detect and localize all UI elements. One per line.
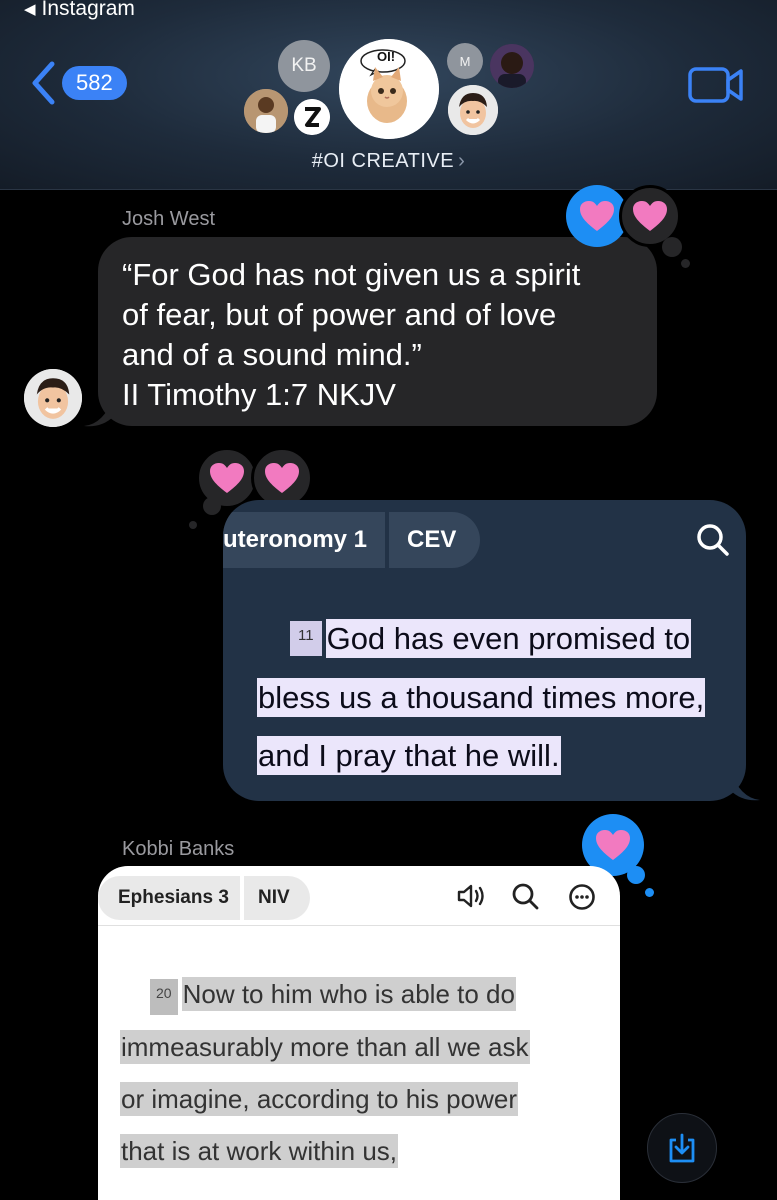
avatar-m[interactable]: M	[447, 43, 483, 79]
sender-name-josh: Josh West	[122, 208, 215, 230]
avatar-kb-initials: KB	[291, 55, 317, 76]
avatar-kb[interactable]: KB	[278, 40, 330, 92]
version-tab[interactable]: NIV	[244, 876, 310, 920]
verse-number: 11	[290, 621, 322, 656]
save-to-downloads-button[interactable]	[647, 1113, 717, 1183]
avatar-z-logo[interactable]	[294, 99, 330, 135]
verse-line: or imagine, according to his power	[120, 1082, 518, 1116]
sender-name-kobbi: Kobbi Banks	[122, 838, 235, 860]
reaction-tail-dot	[627, 866, 645, 884]
verse-line: 20 Now to him who is able to do	[150, 977, 516, 1015]
verse-line: 11 God has even promised to	[290, 619, 692, 658]
z-logo-icon	[294, 99, 330, 135]
back-triangle-icon: ◀	[24, 1, 36, 18]
avatar-person-photo[interactable]	[244, 89, 288, 133]
reaction-tail-dot	[645, 888, 654, 897]
verse-line: bless us a thousand times more,	[257, 678, 706, 717]
group-name-link[interactable]: #OI CREATIVE ›	[0, 150, 777, 173]
pink-heart-icon	[596, 830, 630, 860]
avatar-m-initials: M	[459, 53, 471, 69]
chevron-left-icon	[32, 61, 55, 105]
video-camera-icon	[688, 67, 743, 103]
back-to-app-link[interactable]: ◀ Instagram	[24, 0, 135, 21]
group-photo-kitten[interactable]: OI!	[339, 39, 439, 139]
book-tab[interactable]: uteronomy 1	[223, 512, 386, 568]
speaker-icon	[457, 884, 484, 908]
verse-text: bless us a thousand times more,	[257, 678, 706, 717]
person-dark-icon	[490, 44, 534, 88]
audio-button[interactable]	[456, 883, 488, 914]
download-tray-icon	[669, 1133, 695, 1163]
verse-text: or imagine, according to his power	[120, 1082, 518, 1116]
avatar-memoji[interactable]	[448, 85, 498, 135]
verse-text: immeasurably more than all we ask	[120, 1030, 530, 1064]
verse-text: Now to him who is able to do	[181, 977, 516, 1011]
verse-line: that is at work within us,	[120, 1134, 398, 1168]
message-text-line: II Timothy 1:7 NKJV	[122, 377, 396, 412]
video-call-button[interactable]	[688, 66, 744, 109]
back-button[interactable]: 582	[30, 60, 127, 106]
bubble-tail-outgoing	[730, 770, 760, 801]
message-bubble-incoming-bible-card[interactable]: Ephesians 3 NIV 20 Now to him who is abl…	[98, 866, 620, 1200]
memoji-icon	[24, 369, 82, 427]
kitten-speech-text: OI!	[377, 49, 396, 64]
version-tab[interactable]: CEV	[389, 512, 481, 568]
reaction-tail-dot	[203, 497, 221, 515]
unread-count-badge: 582	[62, 66, 127, 100]
pink-heart-icon	[633, 201, 667, 231]
back-app-label: Instagram	[41, 0, 135, 20]
search-icon	[512, 883, 539, 910]
search-icon	[697, 524, 729, 556]
verse-line: and I pray that he will.	[257, 736, 561, 775]
search-button[interactable]	[512, 883, 540, 916]
bible-toolbar: Ephesians 3 NIV	[98, 866, 620, 926]
message-bubble-outgoing-bible-card[interactable]: uteronomy 1 CEV 11 God has even promised …	[223, 500, 746, 801]
pink-heart-icon	[265, 463, 299, 493]
verse-text: that is at work within us,	[120, 1134, 398, 1168]
message-bubble-incoming[interactable]: “For God has not given us a spirit of fe…	[98, 237, 657, 426]
pink-heart-icon	[210, 463, 244, 493]
verse-text: God has even promised to	[325, 619, 692, 658]
avatar-person-dark[interactable]	[490, 44, 534, 88]
chevron-right-icon: ›	[458, 150, 466, 172]
person-photo-icon	[244, 89, 288, 133]
sender-avatar-memoji[interactable]	[24, 369, 82, 427]
verse-number: 20	[150, 979, 178, 1015]
reaction-tail-dot	[681, 259, 690, 268]
memoji-icon	[448, 85, 498, 135]
more-options-icon	[569, 884, 595, 910]
search-button[interactable]	[696, 523, 730, 562]
message-text-line: “For God has not given us a spirit	[122, 257, 581, 292]
bible-tabs: uteronomy 1 CEV	[223, 512, 481, 568]
reaction-tail-dot	[662, 237, 682, 257]
verse-text: and I pray that he will.	[257, 736, 561, 775]
reaction-tail-dot	[189, 521, 197, 529]
chat-header: ◀ Instagram 582 KB M OI! #OI CREATIVE ›	[0, 0, 777, 190]
book-tab[interactable]: Ephesians 3	[98, 876, 240, 920]
more-options-button[interactable]	[568, 883, 596, 916]
message-text-line: and of a sound mind.”	[122, 337, 422, 372]
group-name-text: #OI CREATIVE	[311, 150, 455, 172]
message-text-line: of fear, but of power and of love	[122, 297, 557, 332]
bubble-tail	[84, 396, 114, 427]
pink-heart-icon	[580, 201, 614, 231]
verse-line: immeasurably more than all we ask	[120, 1030, 530, 1064]
